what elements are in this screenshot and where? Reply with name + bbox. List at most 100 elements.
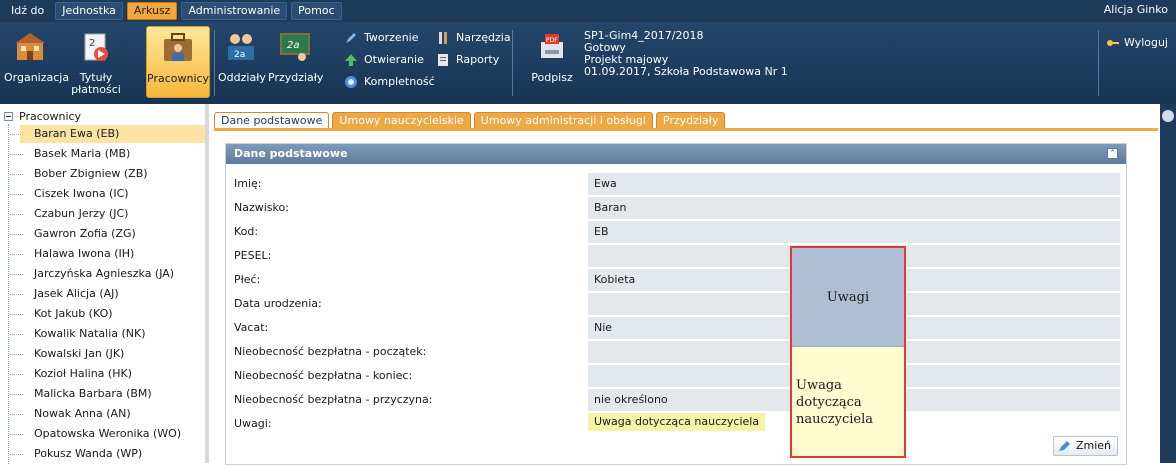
document-school: 01.09.2017, Szkoła Podstawowa Nr 1 <box>584 65 788 78</box>
tree-item-employee[interactable]: Ciszek Iwona (IC) <box>9 185 135 203</box>
callout-text-line: Uwaga <box>796 378 842 393</box>
pencil-icon <box>346 33 356 43</box>
tree-item-employee[interactable]: Gawron Zofia (ZG) <box>9 225 142 243</box>
pencil-icon <box>1058 441 1070 451</box>
tree-item-employee[interactable]: Basek Maria (MB) <box>8 145 136 163</box>
tree-item-employee[interactable]: Czabun Jerzy (JC) <box>8 205 134 223</box>
tytuly-platnosci-button[interactable]: 2 Tytuły płatności <box>64 26 128 98</box>
report-icon <box>438 54 448 66</box>
svg-text:2: 2 <box>89 38 95 49</box>
collapse-icon[interactable] <box>4 112 13 121</box>
tree-item-employee[interactable]: Kozioł Halina (HK) <box>9 365 138 383</box>
otwieranie-button[interactable]: Otwieranie <box>344 52 424 68</box>
employee-tree: Pracownicy Baran Ewa (EB) Basek Maria (MB… <box>0 104 209 464</box>
change-button[interactable]: Zmień <box>1052 436 1118 456</box>
menu-arkusz[interactable]: Arkusz <box>126 2 178 20</box>
form-label: Płeć: <box>234 273 261 286</box>
form-row: Data urodzenia: <box>234 293 1120 315</box>
tree-item-employee[interactable]: Halawa Iwona (IH) <box>8 245 140 263</box>
kompletnosc-button[interactable]: Kompletność <box>344 74 435 90</box>
uwagi-callout: Uwagi Uwaga dotycząca nauczyciela <box>790 246 906 458</box>
form-row: Nieobecność bezpłatna - przyczyna: nie ok… <box>234 389 1120 411</box>
key-icon <box>1107 39 1119 46</box>
callout-text: Uwaga dotycząca nauczyciela <box>792 346 904 456</box>
menu-jednostka[interactable]: Jednostka <box>55 2 123 20</box>
tree-root[interactable]: Pracownicy <box>4 110 81 123</box>
expand-panel-button[interactable] <box>1162 110 1174 122</box>
tree-item-employee[interactable]: Jarczyńska Agnieszka (JA) <box>8 265 180 283</box>
organizacja-icon <box>15 33 45 60</box>
menu-idz-do[interactable]: Idź do <box>4 2 51 20</box>
form-row: Vacat: Nie <box>234 317 1120 339</box>
callout-title: Uwagi <box>792 248 904 346</box>
tree-root-label: Pracownicy <box>19 110 82 123</box>
arrow-up-icon <box>345 54 357 66</box>
svg-text:PDF: PDF <box>546 37 558 44</box>
tree-item-employee[interactable]: Bober Zbigniew (ZB) <box>9 165 154 183</box>
form-value: Baran <box>588 197 1120 219</box>
tab-dane-podstawowe[interactable]: Dane podstawowe <box>214 112 330 129</box>
pdf-sign-icon: PDF <box>541 34 563 58</box>
form-row: PESEL: <box>234 245 1120 267</box>
form-row: Kod: EB <box>234 221 1120 243</box>
tworzenie-button[interactable]: Tworzenie <box>344 30 418 46</box>
form-label: Vacat: <box>234 321 269 334</box>
form-row: Nieobecność bezpłatna - koniec: <box>234 365 1120 387</box>
form-label: Nieobecność bezpłatna - początek: <box>234 345 427 358</box>
ribbon: Organizacja 2 Tytuły płatności Pracownic… <box>0 22 1176 104</box>
form-row: Imię: Ewa <box>234 173 1120 195</box>
ribbon-separator <box>512 30 513 96</box>
form-label: Nazwisko: <box>234 201 289 214</box>
menu-bar: Idź do Jednostka Arkusz Administrowanie … <box>0 0 1176 22</box>
right-collapse-gutter <box>1160 104 1176 463</box>
tree-item-employee[interactable]: Pokusz Wanda (WP) <box>8 445 148 463</box>
basic-data-panel: Dane podstawowe ˄ Imię: Ewa Nazwisko: Baran… <box>225 143 1127 465</box>
form-row: Płeć: Kobieta <box>234 269 1120 291</box>
form-label: Data urodzenia: <box>234 297 322 310</box>
callout-text-line: nauczyciela <box>796 412 874 427</box>
user-name: Alicja Ginko <box>1103 3 1168 16</box>
tytuly-platnosci-icon: 2 <box>84 33 108 61</box>
tree-item-employee[interactable]: Malicka Barbara (BM) <box>9 385 158 403</box>
form-value: EB <box>588 221 1120 243</box>
uwagi-value: Uwaga dotycząca nauczyciela <box>588 413 766 431</box>
form-label: Kod: <box>234 225 259 238</box>
svg-text:2a: 2a <box>287 40 300 51</box>
tab-underline <box>214 128 1158 131</box>
tree-item-employee[interactable]: Jasek Alicja (AJ) <box>9 285 125 303</box>
form-label: Nieobecność bezpłatna - koniec: <box>234 369 413 382</box>
collapse-panel-button[interactable]: ˄ <box>1107 148 1118 159</box>
form-row: Uwagi: Uwaga dotycząca nauczyciela <box>234 413 1118 435</box>
narzedzia-button[interactable]: Narzędzia <box>436 30 511 46</box>
przydzialy-button[interactable]: 2a Przydziały <box>268 26 323 98</box>
tab-umowy-administracji[interactable]: Umowy administracji i obsługi <box>473 112 653 129</box>
tree-item-employee[interactable]: Nowak Anna (AN) <box>9 405 137 423</box>
tab-przydzialy[interactable]: Przydziały <box>655 112 726 129</box>
check-circle-icon <box>345 76 357 88</box>
raporty-button[interactable]: Raporty <box>436 52 499 68</box>
oddzialy-button[interactable]: 2a Oddziały <box>218 26 266 98</box>
przydzialy-icon: 2a <box>280 33 310 61</box>
tree-item-employee[interactable]: Kowalski Jan (JK) <box>8 345 130 363</box>
svg-text:2a: 2a <box>234 50 245 60</box>
podpisz-button[interactable]: PDF Podpisz <box>528 26 576 98</box>
callout-text-line: dotycząca <box>796 395 862 410</box>
tree-item-employee[interactable]: Opatowska Weronika (WO) <box>8 425 187 443</box>
form-label: Uwagi: <box>234 417 272 430</box>
document-info: SP1-Gim4_2017/2018 Gotowy Projekt majowy… <box>584 30 788 78</box>
panel-title: Dane podstawowe <box>234 147 348 160</box>
tree-item-employee[interactable]: Kowalik Natalia (NK) <box>9 325 152 343</box>
tree-item-employee[interactable]: Baran Ewa (EB) <box>9 125 205 143</box>
menu-pomoc[interactable]: Pomoc <box>291 2 342 20</box>
form-row: Nieobecność bezpłatna - początek: <box>234 341 1120 363</box>
oddzialy-icon: 2a <box>228 34 254 60</box>
pracownicy-button[interactable]: Pracownicy <box>146 26 210 98</box>
form-label: Imię: <box>234 177 262 190</box>
panel-header: Dane podstawowe ˄ <box>226 144 1126 164</box>
wyloguj-button[interactable]: Wyloguj <box>1106 36 1168 49</box>
tab-umowy-nauczycielskie[interactable]: Umowy nauczycielskie <box>332 112 471 129</box>
tree-item-employee[interactable]: Kot Jakub (KO) <box>9 305 119 323</box>
organizacja-button[interactable]: Organizacja <box>4 26 69 98</box>
form-value: Ewa <box>588 173 1120 195</box>
menu-administrowanie[interactable]: Administrowanie <box>181 2 288 20</box>
